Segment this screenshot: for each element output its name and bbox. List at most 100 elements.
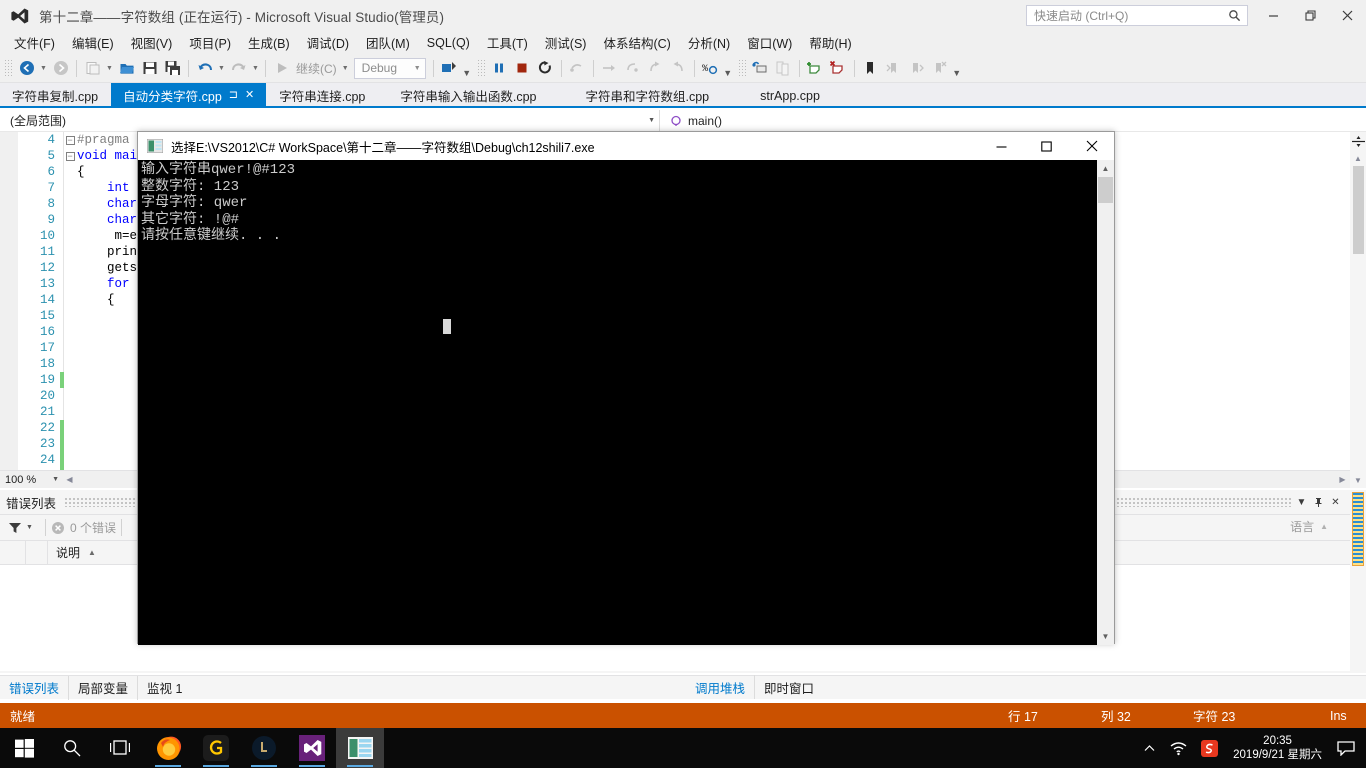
continue-play-icon[interactable] [270,57,293,80]
toolbar-grip[interactable] [476,59,485,77]
step-out-icon[interactable] [644,57,667,80]
gitee-app[interactable] [192,728,240,768]
tab-auto-classify-chars[interactable]: 自动分类字符.cpp ⊐ ✕ [111,83,268,108]
tab-strapp[interactable]: strApp.cpp [736,83,845,108]
undo-icon[interactable] [193,57,216,80]
tab-string-copy[interactable]: 字符串复制.cpp [0,83,112,108]
menu-debug[interactable]: 调试(D) [300,30,356,55]
new-project-icon[interactable] [81,57,104,80]
column-header-blank1[interactable] [0,540,26,565]
step-over-icon[interactable] [598,57,621,80]
start-button[interactable] [0,728,48,768]
error-list-vertical-scrollbar[interactable] [1350,490,1366,673]
menu-view[interactable]: 视图(V) [124,30,180,55]
network-icon[interactable] [1163,741,1194,756]
close-button[interactable] [1329,0,1366,31]
new-project-dropdown[interactable]: ▼ [104,57,115,80]
scroll-up-icon[interactable]: ▲ [1097,160,1114,177]
console-close-button[interactable] [1069,132,1114,160]
error-count-toggle[interactable]: 0 个错误 [51,519,116,536]
bottom-tab-immediate-window[interactable]: 即时窗口 [755,675,823,699]
menu-sql[interactable]: SQL(Q) [420,33,477,53]
redo-dropdown[interactable]: ▼ [250,57,261,80]
solution-configuration-combo[interactable]: Debug ▼ [353,57,426,79]
pin-icon[interactable] [1310,491,1327,513]
console-title-bar[interactable]: 选择E:\VS2012\C# WorkSpace\第十二章——字符数组\Debu… [138,132,1114,160]
navigate-forward-icon[interactable] [49,57,72,80]
new-breakpoint-icon[interactable] [804,57,827,80]
hexadecimal-display-icon[interactable]: % [699,57,722,80]
bookmark-icon[interactable] [859,57,882,80]
undo-dropdown[interactable]: ▼ [216,57,227,80]
chevron-down-icon[interactable]: ▼ [1293,491,1310,513]
chevron-down-icon[interactable]: ▼ [26,524,33,531]
visual-studio-app[interactable] [288,728,336,768]
restore-button[interactable] [1292,0,1329,31]
open-file-icon[interactable] [115,57,138,80]
language-column-indicator[interactable]: 语言 ▲ [1290,518,1328,535]
stop-icon[interactable] [511,57,534,80]
error-list-scroll-thumb[interactable] [1352,492,1364,566]
fold-toggle-icon[interactable]: − [63,135,77,145]
threads-window-icon[interactable] [749,57,772,80]
scroll-up-icon[interactable]: ▲ [1350,150,1366,166]
step-into-icon[interactable] [621,57,644,80]
next-bookmark-icon[interactable] [905,57,928,80]
scope-dropdown[interactable]: (全局范围) ▼ [0,110,660,131]
console-scroll-thumb[interactable] [1098,177,1113,203]
bottom-tab-watch1[interactable]: 监视 1 [138,676,191,700]
quick-launch-box[interactable]: 快速启动 (Ctrl+Q) [1026,5,1248,26]
console-minimize-button[interactable] [979,132,1024,160]
scroll-right-icon[interactable]: ▶ [1335,475,1350,484]
fold-toggle-icon[interactable]: − [63,151,77,161]
close-icon[interactable]: ✕ [245,90,254,101]
zoom-level-dropdown[interactable]: 100 % ▼ [0,471,62,488]
previous-bookmark-icon[interactable] [882,57,905,80]
bottom-tab-call-stack[interactable]: 调用堆栈 [686,675,756,699]
menu-window[interactable]: 窗口(W) [740,30,799,55]
menu-build[interactable]: 生成(B) [241,30,297,55]
console-maximize-button[interactable] [1024,132,1069,160]
menu-test[interactable]: 测试(S) [538,30,594,55]
menu-analyze[interactable]: 分析(N) [681,30,737,55]
bottom-tab-locals[interactable]: 局部变量 [69,675,139,700]
taskbar-clock[interactable]: 20:35 2019/9/21 星期六 [1225,734,1330,762]
menu-edit[interactable]: 编辑(E) [65,30,121,55]
tab-string-concat[interactable]: 字符串连接.cpp [267,83,379,108]
stack-frame-icon[interactable] [772,57,795,80]
vertical-scroll-thumb[interactable] [1352,166,1364,254]
restart-icon[interactable] [534,57,557,80]
pause-icon[interactable] [488,57,511,80]
lol-app[interactable] [240,728,288,768]
console-output-area[interactable]: 输入字符串qwer!@#123 整数字符: 123 字母字符: qwer 其它字… [138,160,1099,645]
scroll-down-icon[interactable]: ▼ [1097,628,1114,645]
console-vertical-scrollbar[interactable]: ▲ ▼ [1097,160,1114,645]
menu-team[interactable]: 团队(M) [359,30,417,55]
menu-file[interactable]: 文件(F) [7,30,62,55]
navigate-back-icon[interactable] [15,57,38,80]
search-icon[interactable] [1228,9,1241,22]
toolbar-grip[interactable] [4,59,12,77]
firefox-app[interactable] [144,728,192,768]
bottom-tab-error-list[interactable]: 错误列表 [0,675,70,700]
column-header-blank2[interactable] [26,540,48,565]
function-dropdown[interactable]: main() [660,110,1366,131]
navigate-back-dropdown[interactable]: ▼ [38,57,49,80]
delete-all-breakpoints-icon[interactable] [827,57,850,80]
save-icon[interactable] [138,57,161,80]
toolbar-overflow-icon[interactable]: ▼ [722,57,734,80]
redo-icon[interactable] [227,57,250,80]
editor-vertical-scrollbar[interactable]: ▲ ▼ [1350,132,1366,488]
tab-string-io-functions[interactable]: 字符串输入输出函数.cpp [378,83,560,108]
task-view-button[interactable] [96,728,144,768]
toolbar-overflow-icon[interactable]: ▼ [951,57,963,80]
show-hidden-icons-icon[interactable] [1136,742,1163,755]
taskbar-search[interactable] [48,728,96,768]
scroll-left-icon[interactable]: ◀ [62,475,77,484]
menu-architecture[interactable]: 体系结构(C) [596,30,677,55]
console-window[interactable]: 选择E:\VS2012\C# WorkSpace\第十二章——字符数组\Debu… [137,131,1115,645]
tab-string-and-char-array[interactable]: 字符串和字符数组.cpp [560,83,737,108]
save-all-icon[interactable] [161,57,184,80]
minimize-button[interactable] [1255,0,1292,31]
menu-tools[interactable]: 工具(T) [480,30,535,55]
